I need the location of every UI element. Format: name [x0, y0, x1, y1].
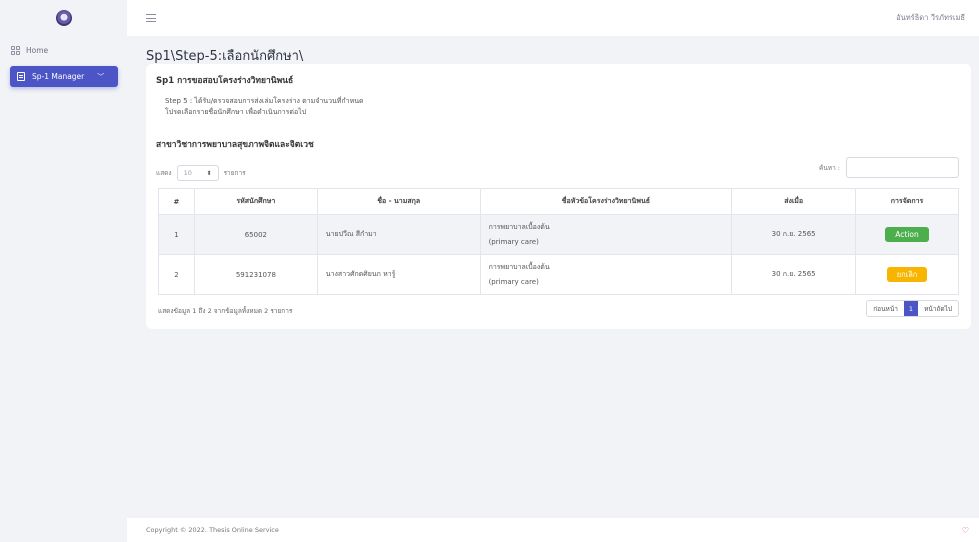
sidebar-item-sp1-manager-label: Sp-1 Manager	[32, 72, 85, 81]
pagination: ก่อนหน้า 1 หน้าถัดไป	[866, 300, 959, 317]
row-topic-line1: การพยาบาลเบื้องต้น	[488, 222, 550, 231]
table-info: แสดงข้อมูล 1 ถึง 2 จากข้อมูลทั้งหมด 2 รา…	[158, 307, 293, 315]
row-topic-line2: (primary care)	[488, 237, 539, 246]
col-student-id[interactable]: รหัสนักศึกษา	[193, 188, 318, 215]
col-topic[interactable]: ชื่อหัวข้อโครงร่างวิทยานิพนธ์	[479, 188, 733, 215]
page-length-control: แสดง 10 ⬍ รายการ	[156, 165, 246, 181]
row-student-id: 591231078	[193, 254, 318, 295]
logo-wrap	[0, 0, 127, 36]
col-name[interactable]: ชื่อ - นามสกุล	[316, 188, 481, 215]
step-description: Step 5 : ได้รับ/ตรวจสอบการส่งเล่มโครงร่า…	[165, 97, 364, 105]
heart-icon: ♡	[961, 525, 969, 535]
row-actions: ยกเลิก	[855, 254, 959, 295]
row-topic-line1: การพยาบาลเบื้องต้น	[488, 262, 550, 271]
row-actions: Action	[855, 214, 959, 255]
row-name: นายปวีณ สีกำมา	[316, 214, 481, 255]
col-number[interactable]: #	[158, 188, 195, 215]
row-topic-line2: (primary care)	[488, 277, 539, 286]
prev-page-button[interactable]: ก่อนหน้า	[867, 301, 904, 316]
card-title: Sp1 การขอสอบโครงร่างวิทยานิพนธ์	[156, 76, 294, 86]
table-header-row: # รหัสนักศึกษา ชื่อ - นามสกุล ชื่อหัวข้อ…	[158, 188, 959, 215]
topbar: อันทร์ธิดา วีรภัทรเมธี	[127, 0, 979, 36]
content-card: Sp1 การขอสอบโครงร่างวิทยานิพนธ์ Step 5 :…	[146, 64, 971, 329]
sidebar-item-home-label: Home	[26, 46, 49, 55]
row-number: 1	[158, 214, 195, 255]
footer: Copyright © 2022. Thesis Online Service …	[127, 518, 979, 542]
copyright-text: Copyright © 2022. Thesis Online Service	[146, 526, 279, 534]
sidebar-item-home[interactable]: Home	[11, 46, 48, 55]
updown-arrow-icon: ⬍	[206, 169, 212, 177]
menu-toggle-icon[interactable]	[146, 14, 156, 22]
row-submitted: 30 ก.ย. 2565	[731, 214, 857, 255]
students-table: # รหัสนักศึกษา ชื่อ - นามสกุล ชื่อหัวข้อ…	[158, 188, 959, 295]
table-row: 2 591231078 นางสาวศักดศิยนก หารู้ การพยา…	[158, 254, 959, 295]
document-icon	[17, 72, 25, 81]
table-row: 1 65002 นายปวีณ สีกำมา การพยาบาลเบื้องต้…	[158, 214, 959, 255]
show-label: แสดง	[156, 169, 172, 177]
university-logo	[55, 10, 72, 26]
row-number: 2	[158, 254, 195, 295]
page-length-select[interactable]: 10 ⬍	[176, 165, 219, 181]
search-input[interactable]	[846, 157, 959, 178]
action-button[interactable]: Action	[885, 227, 930, 242]
row-topic: การพยาบาลเบื้องต้น (primary care)	[479, 214, 733, 255]
search-control: ค้นหา :	[819, 157, 959, 178]
sidebar-item-sp1-manager[interactable]: Sp-1 Manager ﹀	[10, 66, 118, 87]
page-1-button[interactable]: 1	[903, 301, 919, 316]
row-name: นางสาวศักดศิยนก หารู้	[316, 254, 481, 295]
row-topic: การพยาบาลเบื้องต้น (primary care)	[479, 254, 733, 295]
next-page-button[interactable]: หน้าถัดไป	[918, 301, 958, 316]
cancel-button[interactable]: ยกเลิก	[887, 267, 928, 282]
department-title: สาขาวิชาการพยาบาลสุขภาพจิตและจิตเวช	[156, 140, 314, 150]
row-student-id: 65002	[193, 214, 318, 255]
grid-icon	[11, 46, 20, 55]
entries-label: รายการ	[223, 169, 246, 177]
user-name[interactable]: อันทร์ธิดา วีรภัทรเมธี	[896, 12, 965, 24]
row-submitted: 30 ก.ย. 2565	[731, 254, 857, 295]
sidebar: Home Sp-1 Manager ﹀	[0, 0, 127, 542]
page-title: Sp1\Step-5:เลือกนักศึกษา\	[146, 49, 304, 64]
col-actions[interactable]: การจัดการ	[855, 188, 959, 215]
step-instruction: โปรดเลือกรายชื่อนักศึกษา เพื่อดำเนินการต…	[165, 108, 307, 116]
col-submitted[interactable]: ส่งเมื่อ	[731, 188, 857, 215]
page-length-value: 10	[183, 169, 192, 177]
chevron-down-icon: ﹀	[97, 72, 105, 81]
search-label: ค้นหา :	[819, 163, 840, 172]
